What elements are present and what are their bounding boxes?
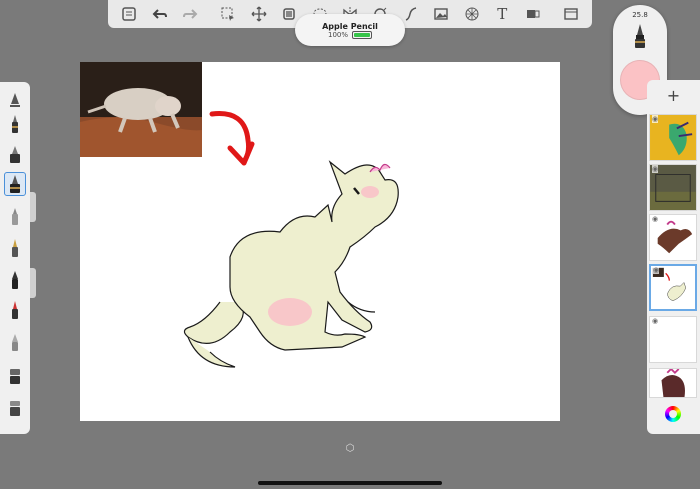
- selection-icon[interactable]: [213, 0, 243, 28]
- perspective-icon[interactable]: [457, 0, 487, 28]
- brush-4[interactable]: [4, 172, 26, 196]
- visibility-icon[interactable]: ◉: [652, 165, 659, 173]
- reference-photo: [80, 62, 202, 157]
- text-icon[interactable]: T: [487, 0, 517, 28]
- battery-percent: 100%: [327, 30, 348, 39]
- current-brush-icon[interactable]: [631, 23, 649, 49]
- visibility-icon[interactable]: ◉: [652, 215, 659, 223]
- drawing-canvas[interactable]: [80, 62, 560, 421]
- pencil-status-title: Apple Pencil: [322, 21, 378, 31]
- canvas-artwork: [80, 62, 399, 368]
- creature-drawing: [183, 160, 399, 368]
- brush-3[interactable]: [4, 142, 26, 166]
- brush-6[interactable]: [4, 236, 26, 260]
- brush-9[interactable]: [4, 330, 26, 354]
- visibility-icon[interactable]: ◉: [653, 266, 660, 274]
- layer-thumbnail-2[interactable]: ◉: [649, 164, 697, 211]
- pencil-status-popup: Apple Pencil 100%: [295, 14, 405, 46]
- visibility-icon[interactable]: ◉: [652, 115, 659, 123]
- redo-icon[interactable]: [175, 0, 205, 28]
- layer-thumbnail-4[interactable]: ◉: [649, 264, 697, 311]
- battery-icon: [352, 30, 372, 39]
- layer-thumbnail-1[interactable]: ◉: [649, 114, 697, 161]
- layer-thumbnail-6[interactable]: [649, 368, 697, 398]
- transform-icon[interactable]: [243, 0, 273, 28]
- canvas-handle-icon[interactable]: ⬡: [344, 443, 356, 455]
- brush-size-value: 25.8: [632, 11, 648, 19]
- opacity-slider-handle[interactable]: [30, 268, 36, 298]
- image-icon[interactable]: [426, 0, 456, 28]
- color-wheel-icon[interactable]: [665, 406, 681, 422]
- brush-5[interactable]: [4, 204, 26, 228]
- layers-panel: + ◉ ◉ ◉ ◉ ◉: [647, 80, 700, 434]
- brush-10[interactable]: [4, 364, 26, 388]
- fullscreen-icon[interactable]: [556, 0, 586, 28]
- gallery-icon[interactable]: [114, 0, 144, 28]
- brush-2[interactable]: [4, 112, 26, 136]
- brush-7[interactable]: [4, 268, 26, 292]
- undo-icon[interactable]: [144, 0, 174, 28]
- add-layer-button[interactable]: +: [647, 86, 700, 105]
- brush-8[interactable]: [4, 298, 26, 322]
- layer-icon[interactable]: [518, 0, 548, 28]
- layer-thumbnail-5[interactable]: ◉: [649, 316, 697, 363]
- visibility-icon[interactable]: ◉: [652, 317, 659, 325]
- brush-1[interactable]: [4, 88, 26, 112]
- red-arrow: [209, 111, 252, 163]
- brush-11[interactable]: [4, 396, 26, 420]
- layer-thumbnail-3[interactable]: ◉: [649, 214, 697, 261]
- home-indicator[interactable]: [258, 481, 442, 485]
- brush-bar: [0, 82, 30, 434]
- brush-size-slider-handle[interactable]: [30, 192, 36, 222]
